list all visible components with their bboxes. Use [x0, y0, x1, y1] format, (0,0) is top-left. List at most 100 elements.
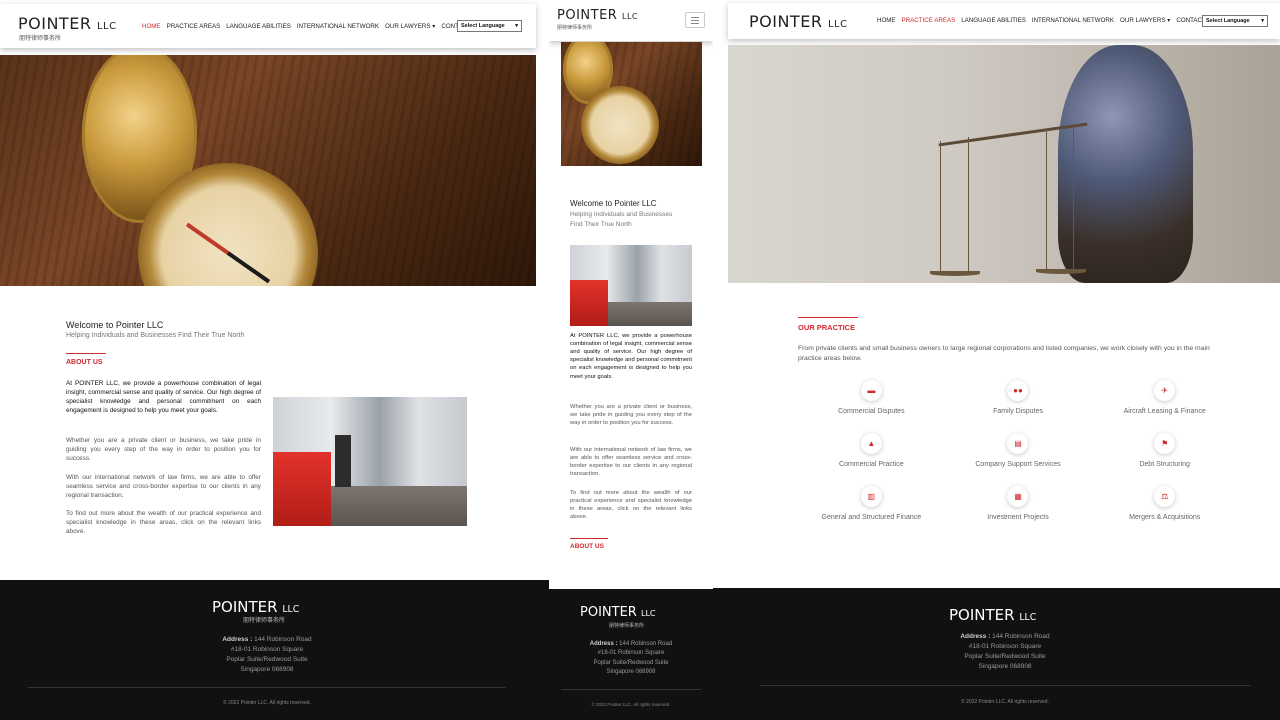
practice-area-company-support[interactable]: ▤ Company Support Services: [945, 433, 1092, 468]
mobile-footer-logo: POINTER LLC: [580, 605, 656, 620]
mobile-compass-dial: [581, 86, 659, 164]
mobile-logo[interactable]: POINTER LLC: [557, 8, 638, 23]
practice-area-aircraft-leasing[interactable]: ✈ Aircraft Leasing & Finance: [1091, 380, 1238, 415]
practice-nav-international-network[interactable]: INTERNATIONAL NETWORK: [1032, 17, 1114, 24]
scale-chain-right-2: [1073, 125, 1074, 270]
mobile-logo-chinese-name: 朋特律师事务所: [557, 25, 593, 31]
site-header: POINTER LLC 朋特律师事务所 HOME PRACTICE AREAS …: [0, 4, 536, 48]
language-select-value: Select Language: [461, 23, 505, 29]
footer-logo: POINTER LLC: [212, 598, 299, 616]
practice-area-investment-projects[interactable]: ▦ Investment Projects: [945, 486, 1092, 521]
practice-footer-logo-suffix: LLC: [1019, 612, 1037, 623]
mobile-about-paragraph-3: With our international network of law fi…: [570, 447, 692, 478]
footer-address: Address : 144 Robinson Road #18-01 Robin…: [167, 635, 367, 675]
practice-footer-logo: POINTER LLC: [949, 606, 1036, 624]
handshake-icon: ▲: [860, 433, 882, 454]
address-line-1: 144 Robinson Road: [254, 636, 312, 643]
practice-area-label: Commercial Practice: [839, 461, 904, 468]
mobile-address-line-4: Singapore 068908: [606, 668, 656, 675]
mobile-office-red-wall: [570, 280, 608, 326]
practice-areas-grid: ▬ Commercial Disputes ●● Family Disputes…: [798, 380, 1238, 521]
about-paragraph-1: At POINTER LLC, we provide a powerhouse …: [66, 380, 261, 414]
flag-icon: ⚑: [1154, 433, 1176, 454]
practice-nav-our-lawyers[interactable]: OUR LAWYERS ▾: [1120, 17, 1170, 24]
mobile-footer-address: Address : 144 Robinson Road #18-01 Robin…: [561, 640, 701, 677]
practice-area-mergers-acquisitions[interactable]: ⚖ Mergers & Acquisitions: [1091, 486, 1238, 521]
chevron-down-icon: ▾: [515, 23, 518, 29]
mobile-welcome-subtitle: Helping Individuals and Businesses Find …: [570, 210, 672, 230]
practice-logo-name: POINTER: [749, 12, 823, 31]
nav-language-abilities[interactable]: LANGUAGE ABILITIES: [226, 23, 291, 30]
mobile-office-photo: [570, 245, 692, 326]
practice-area-label: Aircraft Leasing & Finance: [1123, 408, 1206, 415]
welcome-subtitle: Helping Individuals and Businesses Find …: [66, 332, 245, 339]
mobile-footer-copyright: © 2022 Pointer LLC. All rights reserved.: [591, 702, 671, 707]
practice-language-select-value: Select Language: [1206, 18, 1250, 24]
mobile-welcome-title: Welcome to Pointer LLC: [570, 199, 657, 208]
practice-areas-panel: POINTER LLC HOME PRACTICE AREAS LANGUAGE…: [713, 0, 1280, 720]
office-photo: [273, 397, 467, 526]
practice-area-family-disputes[interactable]: ●● Family Disputes: [945, 380, 1092, 415]
logo-chinese-name: 朋特律师事务所: [19, 36, 62, 42]
practice-footer: POINTER LLC Address : 144 Robinson Road …: [713, 588, 1280, 720]
merge-icon: ⚖: [1154, 486, 1176, 507]
footer-chinese-name: 朋特律师事务所: [243, 618, 286, 624]
practice-nav-practice-areas[interactable]: PRACTICE AREAS: [902, 17, 956, 24]
office-red-wall: [273, 452, 331, 526]
footer-logo-name: POINTER: [212, 598, 278, 616]
mobile-logo-suffix: LLC: [621, 12, 639, 21]
address-label: Address :: [222, 636, 253, 643]
practice-footer-logo-name: POINTER: [949, 606, 1015, 624]
hero-justice-statue-image: [728, 45, 1280, 283]
practice-area-label: Mergers & Acquisitions: [1129, 514, 1201, 521]
scale-chain-left-2: [968, 137, 969, 272]
mobile-logo-name: POINTER: [557, 8, 618, 23]
practice-logo[interactable]: POINTER LLC: [749, 12, 848, 31]
language-select[interactable]: Select Language ▾: [457, 20, 522, 32]
scale-pan-left: [930, 271, 980, 276]
mobile-footer-chinese-name: 朋特律师事务所: [609, 623, 645, 629]
practice-footer-copyright: © 2022 Pointer LLC. All rights reserved.: [961, 699, 1049, 705]
logo-suffix: LLC: [97, 21, 117, 32]
address-line-3: Poplar Suite/Redwood Suite: [226, 656, 308, 664]
nav-home[interactable]: HOME: [142, 23, 161, 30]
practice-area-label: Debt Structuring: [1139, 461, 1190, 468]
practice-address-line-1: 144 Robinson Road: [992, 633, 1050, 640]
mobile-address-label: Address :: [589, 641, 618, 647]
site-logo[interactable]: POINTER LLC: [18, 14, 117, 33]
practice-address-line-4: Singapore 068908: [978, 663, 1032, 671]
practice-address-line-2: #18-01 Robinson Square: [968, 643, 1042, 651]
practice-area-label: General and Structured Finance: [821, 514, 922, 521]
mobile-address-line-1: 144 Robinson Road: [619, 641, 673, 647]
mobile-about-paragraph-1: At POINTER LLC, we provide a powerhouse …: [570, 333, 692, 380]
nav-our-lawyers[interactable]: OUR LAWYERS ▾: [385, 23, 435, 30]
practice-area-label: Company Support Services: [975, 461, 1061, 468]
office-doorway: [335, 435, 351, 487]
practice-nav-home[interactable]: HOME: [877, 17, 896, 24]
about-divider: [66, 353, 106, 354]
chart-icon: ▥: [860, 486, 882, 507]
mobile-address-line-3: Poplar Suite/Redwood Suite: [593, 659, 669, 666]
about-paragraph-2: Whether you are a private client or busi…: [66, 437, 261, 462]
mobile-home-panel: POINTER LLC 朋特律师事务所 Welcome to Pointer L…: [549, 0, 713, 720]
building-icon: ▤: [1007, 433, 1029, 454]
practice-nav-language-abilities[interactable]: LANGUAGE ABILITIES: [961, 17, 1026, 24]
hamburger-menu-icon[interactable]: [685, 12, 705, 28]
practice-area-commercial-practice[interactable]: ▲ Commercial Practice: [798, 433, 945, 468]
practice-language-select[interactable]: Select Language ▾: [1202, 15, 1268, 27]
about-paragraph-4: To find out more about the wealth of our…: [66, 510, 261, 535]
practice-area-commercial-disputes[interactable]: ▬ Commercial Disputes: [798, 380, 945, 415]
nav-international-network[interactable]: INTERNATIONAL NETWORK: [297, 23, 379, 30]
nav-practice-areas[interactable]: PRACTICE AREAS: [167, 23, 221, 30]
address-line-2: #18-01 Robinson Square: [230, 646, 304, 654]
money-icon: ▦: [1007, 486, 1029, 507]
mobile-footer-divider: [561, 689, 701, 690]
practice-intro: From private clients and small business …: [798, 345, 1210, 362]
practice-area-structured-finance[interactable]: ▥ General and Structured Finance: [798, 486, 945, 521]
practice-area-debt-structuring[interactable]: ⚑ Debt Structuring: [1091, 433, 1238, 468]
footer-logo-suffix: LLC: [282, 604, 300, 615]
hero-compass-image: [0, 55, 536, 286]
logo-name: POINTER: [18, 14, 92, 33]
mobile-about-paragraph-4: To find out more about the wealth of our…: [570, 490, 692, 521]
mobile-about-divider: [570, 538, 608, 539]
